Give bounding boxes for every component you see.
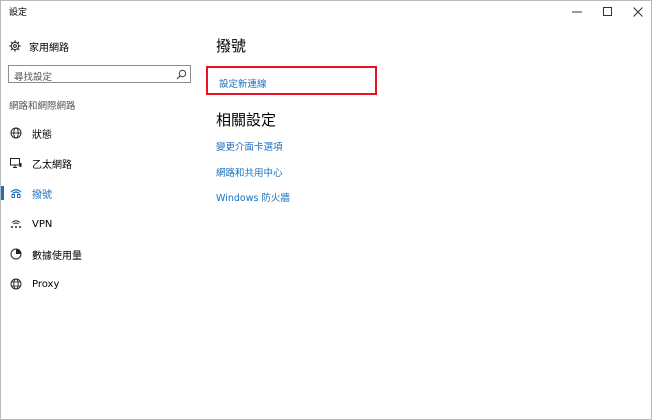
- maximize-button[interactable]: [593, 1, 623, 23]
- ethernet-icon: [9, 156, 23, 170]
- sidebar-item-ethernet[interactable]: 乙太網路: [1, 152, 201, 174]
- sidebar-item-label: 狀態: [32, 129, 52, 141]
- sidebar-item-label: Proxy: [32, 278, 60, 290]
- sidebar: 家用網路 尋找設定 網路和網際網路 狀態 乙太網路 撥號 VPN 數據使用量 P…: [1, 23, 201, 419]
- sidebar-home-label: 家用網路: [29, 42, 69, 54]
- title-bar[interactable]: 設定: [1, 1, 651, 23]
- globe-icon: [9, 126, 23, 140]
- search-input[interactable]: 尋找設定: [8, 65, 191, 83]
- section-label: 網路和網際網路: [9, 101, 76, 112]
- sidebar-item-label: 數據使用量: [32, 250, 82, 262]
- data-usage-icon: [9, 247, 23, 261]
- highlight-box: 設定新連線: [206, 66, 377, 95]
- sidebar-item-label: 撥號: [32, 189, 52, 201]
- gear-icon: [9, 40, 21, 52]
- windows-firewall-link[interactable]: Windows 防火牆: [216, 190, 290, 204]
- search-icon[interactable]: [176, 69, 187, 80]
- proxy-icon: [9, 277, 23, 291]
- setup-new-connection-link[interactable]: 設定新連線: [219, 76, 267, 90]
- sidebar-item-label: 乙太網路: [32, 159, 72, 171]
- sidebar-item-data-usage[interactable]: 數據使用量: [1, 243, 201, 265]
- sidebar-home-item[interactable]: 家用網路: [9, 37, 69, 55]
- dialup-icon: [9, 186, 23, 200]
- sidebar-item-status[interactable]: 狀態: [1, 122, 201, 144]
- page-title: 撥號: [216, 37, 247, 55]
- settings-window: 設定 家用網路 尋找設定 網路和網際網路 狀態 乙太網路 撥號 VPN 數據使用…: [0, 0, 652, 420]
- sidebar-item-dialup[interactable]: 撥號: [1, 182, 201, 204]
- minimize-icon: [572, 11, 582, 13]
- minimize-button[interactable]: [562, 1, 592, 23]
- search-placeholder: 尋找設定: [14, 72, 53, 83]
- window-title: 設定: [9, 8, 28, 18]
- network-sharing-center-link[interactable]: 網路和共用中心: [216, 165, 283, 179]
- vpn-icon: [9, 217, 23, 231]
- close-icon: [633, 7, 643, 17]
- sidebar-item-vpn[interactable]: VPN: [1, 213, 201, 235]
- main-content: 撥號 設定新連線 相關設定 變更介面卡選項 網路和共用中心 Windows 防火…: [206, 23, 646, 419]
- sidebar-item-proxy[interactable]: Proxy: [1, 273, 201, 295]
- related-settings-title: 相關設定: [216, 111, 277, 129]
- maximize-icon: [603, 7, 612, 16]
- selection-indicator: [1, 186, 4, 200]
- close-button[interactable]: [623, 1, 652, 23]
- sidebar-item-label: VPN: [32, 218, 53, 230]
- change-adapter-options-link[interactable]: 變更介面卡選項: [216, 139, 283, 153]
